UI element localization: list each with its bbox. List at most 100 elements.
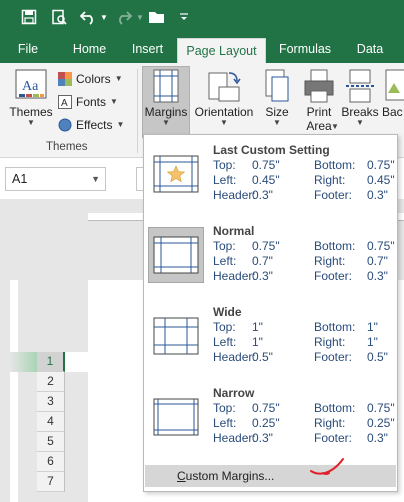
tab-home[interactable]: Home [62, 36, 117, 63]
margin-label: Left: [213, 254, 237, 268]
open-folder-icon[interactable] [146, 6, 168, 28]
print-area-icon [304, 69, 334, 103]
name-box[interactable]: A1 ▼ [5, 167, 106, 191]
tab-page-layout[interactable]: Page Layout [177, 38, 266, 63]
margins-label: Margins [144, 105, 188, 119]
margin-option-last-custom[interactable]: Last Custom Setting Top: 0.75" Bottom: 0… [144, 135, 397, 217]
chevron-down-icon: ▼ [273, 118, 281, 127]
svg-text:A: A [61, 98, 68, 109]
margin-label: Bottom: [314, 401, 356, 415]
themes-group-label: Themes [46, 141, 88, 153]
margin-value: 0.5" [367, 350, 388, 364]
margin-value: 0.25" [367, 416, 395, 430]
themes-icon: Aa [15, 69, 47, 99]
margin-value: 0.75" [252, 401, 280, 415]
size-label: Size [265, 105, 289, 119]
margin-label: Top: [213, 239, 236, 253]
margin-option-title: Normal [213, 224, 255, 238]
customize-icon[interactable] [176, 6, 192, 28]
fonts-icon: A [58, 95, 72, 109]
background-icon [385, 69, 404, 101]
effects-button[interactable]: Effects ▼ [58, 115, 124, 135]
print-area-label-1: Print [306, 105, 332, 119]
narrow-margins-icon [148, 389, 204, 445]
margin-label: Bottom: [314, 158, 356, 172]
margin-option-title: Narrow [213, 386, 255, 400]
tab-insert[interactable]: Insert [121, 36, 174, 63]
margin-value: 0.3" [252, 431, 273, 445]
margin-label: Left: [213, 335, 237, 349]
colors-label: Colors [76, 72, 111, 86]
margin-option-wide[interactable]: Wide Top: 1" Bottom: 1" Left: 1" Right: … [144, 297, 397, 379]
row-header-3[interactable]: 3 [37, 392, 65, 412]
margin-option-narrow[interactable]: Narrow Top: 0.75" Bottom: 0.75" Left: 0.… [144, 378, 397, 460]
margin-option-title: Wide [213, 305, 242, 319]
custom-margins-button[interactable]: Custom Margins... [145, 465, 396, 487]
margin-value: 0.7" [367, 254, 388, 268]
redo-icon [114, 6, 134, 28]
undo-icon[interactable] [78, 6, 98, 28]
breaks-button[interactable]: Breaks ▼ [341, 69, 379, 127]
margin-label: Bottom: [314, 239, 356, 253]
breaks-label: Breaks [341, 105, 379, 119]
row-header-1[interactable]: 1 [37, 352, 65, 372]
tab-file[interactable]: File [8, 36, 48, 63]
undo-dropdown-icon[interactable]: ▼ [99, 6, 109, 28]
row-header-4[interactable]: 4 [37, 412, 65, 432]
margin-value: 0.75" [252, 158, 280, 172]
margin-label: Top: [213, 158, 236, 172]
chevron-down-icon[interactable]: ▼ [91, 168, 100, 190]
margin-value: 0.75" [367, 401, 395, 415]
fonts-button[interactable]: A Fonts ▼ [58, 92, 118, 112]
margin-value: 1" [367, 320, 378, 334]
effects-label: Effects [76, 118, 113, 132]
row-header-7[interactable]: 7 [37, 472, 65, 492]
size-icon [265, 69, 289, 102]
margin-option-title: Last Custom Setting [213, 143, 330, 157]
effects-icon [58, 118, 72, 132]
print-preview-icon[interactable] [48, 6, 70, 28]
tab-data[interactable]: Data [348, 36, 392, 63]
margin-option-normal[interactable]: Normal Top: 0.75" Bottom: 0.75" Left: 0.… [144, 216, 397, 298]
margin-value: 1" [367, 335, 378, 349]
redo-dropdown-icon: ▼ [136, 12, 144, 22]
fonts-label: Fonts [76, 95, 107, 109]
background-button[interactable]: Bac [382, 69, 404, 119]
row-header-2[interactable]: 2 [37, 372, 65, 392]
margin-value: 0.45" [367, 173, 395, 187]
colors-button[interactable]: Colors ▼ [58, 69, 123, 89]
margin-label: Left: [213, 173, 237, 187]
orientation-icon [208, 72, 241, 102]
margin-label: Header: [213, 188, 256, 202]
save-icon[interactable] [18, 6, 40, 28]
row-header-5[interactable]: 5 [37, 432, 65, 452]
margin-label: Footer: [314, 269, 353, 283]
margin-value: 1" [252, 320, 263, 334]
chevron-down-icon: ▼ [162, 118, 170, 127]
row-header-6[interactable]: 6 [37, 452, 65, 472]
orientation-label: Orientation [194, 105, 254, 119]
margin-label: Bottom: [314, 320, 356, 334]
orientation-button[interactable]: Orientation ▼ [192, 69, 256, 127]
margin-value: 0.75" [252, 239, 280, 253]
margins-button[interactable]: Margins ▼ [142, 69, 190, 127]
margin-value: 0.3" [367, 188, 388, 202]
selected-cell[interactable] [65, 352, 88, 372]
margin-value: 0.5" [252, 350, 273, 364]
margin-value: 1" [252, 335, 263, 349]
margin-value: 0.25" [252, 416, 280, 430]
annotation-mark [310, 458, 344, 475]
tab-formulas[interactable]: Formulas [272, 36, 338, 63]
margins-dropdown: Last Custom Setting Top: 0.75" Bottom: 0… [143, 134, 398, 492]
margin-value: 0.75" [367, 158, 395, 172]
ribbon-tabs: File Home Insert Page Layout Formulas Da… [0, 36, 404, 63]
custom-margins-accelerator: C [177, 469, 186, 483]
margin-label: Right: [314, 173, 346, 187]
row-selection-indicator [10, 352, 37, 372]
margin-label: Right: [314, 335, 346, 349]
size-button[interactable]: Size ▼ [262, 69, 292, 127]
chevron-down-icon: ▼ [356, 118, 364, 127]
margin-value: 0.3" [367, 269, 388, 283]
margin-label: Footer: [314, 188, 353, 202]
themes-button[interactable]: Aa Themes ▼ [8, 69, 54, 127]
